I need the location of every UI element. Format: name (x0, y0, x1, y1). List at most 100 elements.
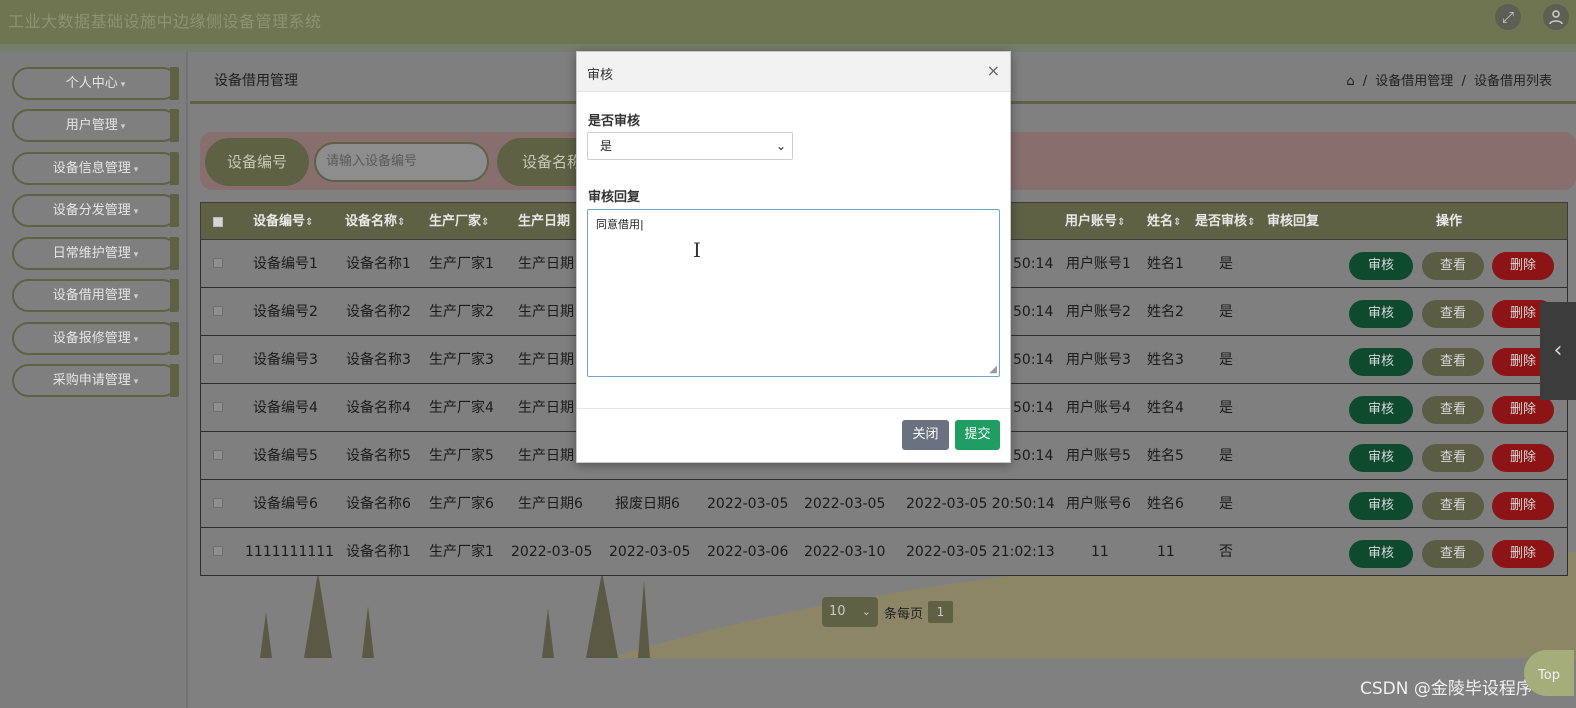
view-button[interactable]: 查看 (1422, 492, 1484, 520)
audit-button[interactable]: 审核 (1349, 492, 1413, 520)
view-button[interactable]: 查看 (1422, 252, 1484, 280)
row-checkbox[interactable] (213, 498, 223, 508)
sidebar-item-device-distribution[interactable]: 设备分发管理 ▾ (12, 194, 179, 227)
delete-button[interactable]: 删除 (1492, 396, 1554, 424)
sidebar-item-label: 设备分发管理 (52, 203, 131, 218)
search-input-device-code[interactable]: 请输入设备编号 (314, 142, 489, 182)
row-checkbox[interactable] (213, 546, 223, 556)
sort-icon[interactable]: ⇕ (1173, 217, 1181, 228)
chevron-down-icon: ▾ (120, 80, 126, 90)
audit-button[interactable]: 审核 (1349, 444, 1413, 472)
sort-icon[interactable]: ⇕ (481, 217, 489, 228)
chevron-down-icon: ▾ (120, 122, 126, 132)
cell-device-code: 设备编号1 (253, 256, 318, 272)
row-checkbox[interactable] (213, 402, 223, 412)
cell-user-account: 用户账号5 (1066, 448, 1131, 464)
delete-button[interactable]: 删除 (1492, 492, 1554, 520)
delete-button[interactable]: 删除 (1492, 540, 1554, 568)
sidebar-item-device-borrowing[interactable]: 设备借用管理 ▾ (12, 279, 179, 312)
close-button[interactable]: 关闭 (902, 420, 949, 450)
delete-button[interactable]: 删除 (1492, 444, 1554, 472)
resize-handle-icon[interactable]: ◢ (989, 364, 997, 375)
cell-manufacturer: 生产厂家3 (429, 352, 494, 368)
view-button[interactable]: 查看 (1422, 444, 1484, 472)
audit-button[interactable]: 审核 (1349, 300, 1413, 328)
cell-device-code: 设备编号3 (253, 352, 318, 368)
delete-button[interactable]: 删除 (1492, 252, 1554, 280)
home-icon[interactable]: ⌂ (1346, 74, 1354, 89)
column-header-device-code[interactable]: 设备编号⇕ (253, 203, 313, 241)
sort-icon[interactable]: ⇕ (1117, 217, 1125, 228)
view-button[interactable]: 查看 (1422, 348, 1484, 376)
view-button[interactable]: 查看 (1422, 540, 1484, 568)
sidebar-item-label: 日常维护管理 (52, 246, 131, 261)
column-header-name[interactable]: 姓名⇕ (1147, 203, 1181, 241)
audit-button[interactable]: 审核 (1349, 396, 1413, 424)
view-button[interactable]: 查看 (1422, 396, 1484, 424)
sidebar-item-device-repair[interactable]: 设备报修管理 ▾ (12, 322, 179, 355)
cell-person-name: 姓名3 (1147, 352, 1184, 368)
search-label-device-code: 设备编号 (205, 138, 309, 186)
breadcrumb-item[interactable]: 设备借用管理 (1375, 74, 1453, 89)
cell-manufacturer: 生产厂家4 (429, 400, 494, 416)
page-number-current[interactable]: 1 (928, 601, 953, 623)
cell-device-name: 设备名称4 (346, 400, 411, 416)
top-header: 工业大数据基础设施中边缘侧设备管理系统 ⤢ (0, 0, 1576, 44)
sidebar-item-label: 设备报修管理 (52, 331, 131, 346)
cell-time: 50:14 (1013, 256, 1054, 272)
row-checkbox[interactable] (213, 306, 223, 316)
sidebar-item-daily-maintenance[interactable]: 日常维护管理 ▾ (12, 237, 179, 270)
cell-user-account: 用户账号2 (1066, 304, 1131, 320)
audit-button[interactable]: 审核 (1349, 252, 1413, 280)
submit-button[interactable]: 提交 (955, 420, 1000, 450)
sort-icon[interactable]: ⇕ (397, 217, 405, 228)
audit-button[interactable]: 审核 (1349, 540, 1413, 568)
cell-manufacturer: 生产厂家1 (429, 544, 494, 560)
page-size-select[interactable]: 10 ⌄ (822, 597, 878, 627)
sidebar-item-label: 设备借用管理 (52, 288, 131, 303)
column-header-audit-reply: 审核回复 (1267, 214, 1320, 229)
sidebar-item-purchase-request[interactable]: 采购申请管理 ▾ (12, 364, 179, 397)
sort-icon[interactable]: ⇕ (1247, 217, 1255, 228)
column-header-device-name[interactable]: 设备名称⇕ (345, 203, 405, 241)
audit-reply-textarea[interactable]: 同意借用| ◢ (587, 209, 1000, 377)
cell-manufacturer: 生产厂家2 (429, 304, 494, 320)
fullscreen-icon[interactable]: ⤢ (1495, 4, 1521, 30)
cell-time: 50:14 (1013, 400, 1054, 416)
column-header-manufacturer[interactable]: 生产厂家⇕ (429, 203, 489, 241)
close-icon[interactable]: × (987, 61, 1000, 80)
cell-person-name: 姓名1 (1147, 256, 1184, 272)
cell-audited: 是 (1219, 400, 1233, 416)
cell-device-code: 设备编号4 (253, 400, 318, 416)
audit-status-select[interactable]: 是 ⌄ (587, 132, 793, 160)
sort-icon[interactable]: ⇕ (305, 217, 313, 228)
column-header-audited[interactable]: 是否审核⇕ (1195, 203, 1255, 241)
cell-person-name: 姓名2 (1147, 304, 1184, 320)
cell-return-date: 2022-03-10 (804, 544, 886, 560)
chevron-down-icon: ⌄ (861, 605, 871, 618)
cell-time: 50:14 (1013, 448, 1054, 464)
select-all-checkbox[interactable] (213, 217, 223, 227)
cell-device-code: 设备编号6 (253, 496, 318, 512)
audit-status-value: 是 (600, 139, 613, 153)
sidebar-item-user-management[interactable]: 用户管理 ▾ (12, 109, 179, 142)
cell-production-date: 生产日期 (518, 400, 574, 416)
row-checkbox[interactable] (213, 354, 223, 364)
sidebar-item-label: 采购申请管理 (52, 373, 131, 388)
row-checkbox[interactable] (213, 258, 223, 268)
audit-button[interactable]: 审核 (1349, 348, 1413, 376)
row-checkbox[interactable] (213, 450, 223, 460)
cell-device-name: 设备名称6 (346, 496, 411, 512)
view-button[interactable]: 查看 (1422, 300, 1484, 328)
sidebar-item-personal-center[interactable]: 个人中心 ▾ (12, 67, 179, 100)
side-collapse-tab[interactable]: ‹ (1540, 302, 1576, 400)
sidebar-item-device-info[interactable]: 设备信息管理 ▾ (12, 152, 179, 185)
column-header-user-account[interactable]: 用户账号⇕ (1065, 203, 1125, 241)
cell-time: 2022-03-05 21:02:13 (906, 544, 1055, 560)
back-to-top-button[interactable]: Top (1524, 650, 1574, 696)
audit-dialog: 审核 × 是否审核 是 ⌄ 审核回复 同意借用| ◢ I 关闭 提交 (576, 51, 1011, 463)
chevron-down-icon: ▾ (133, 292, 139, 302)
user-icon[interactable] (1543, 4, 1569, 30)
audit-status-label: 是否审核 (588, 114, 641, 129)
cell-manufacturer: 生产厂家1 (429, 256, 494, 272)
